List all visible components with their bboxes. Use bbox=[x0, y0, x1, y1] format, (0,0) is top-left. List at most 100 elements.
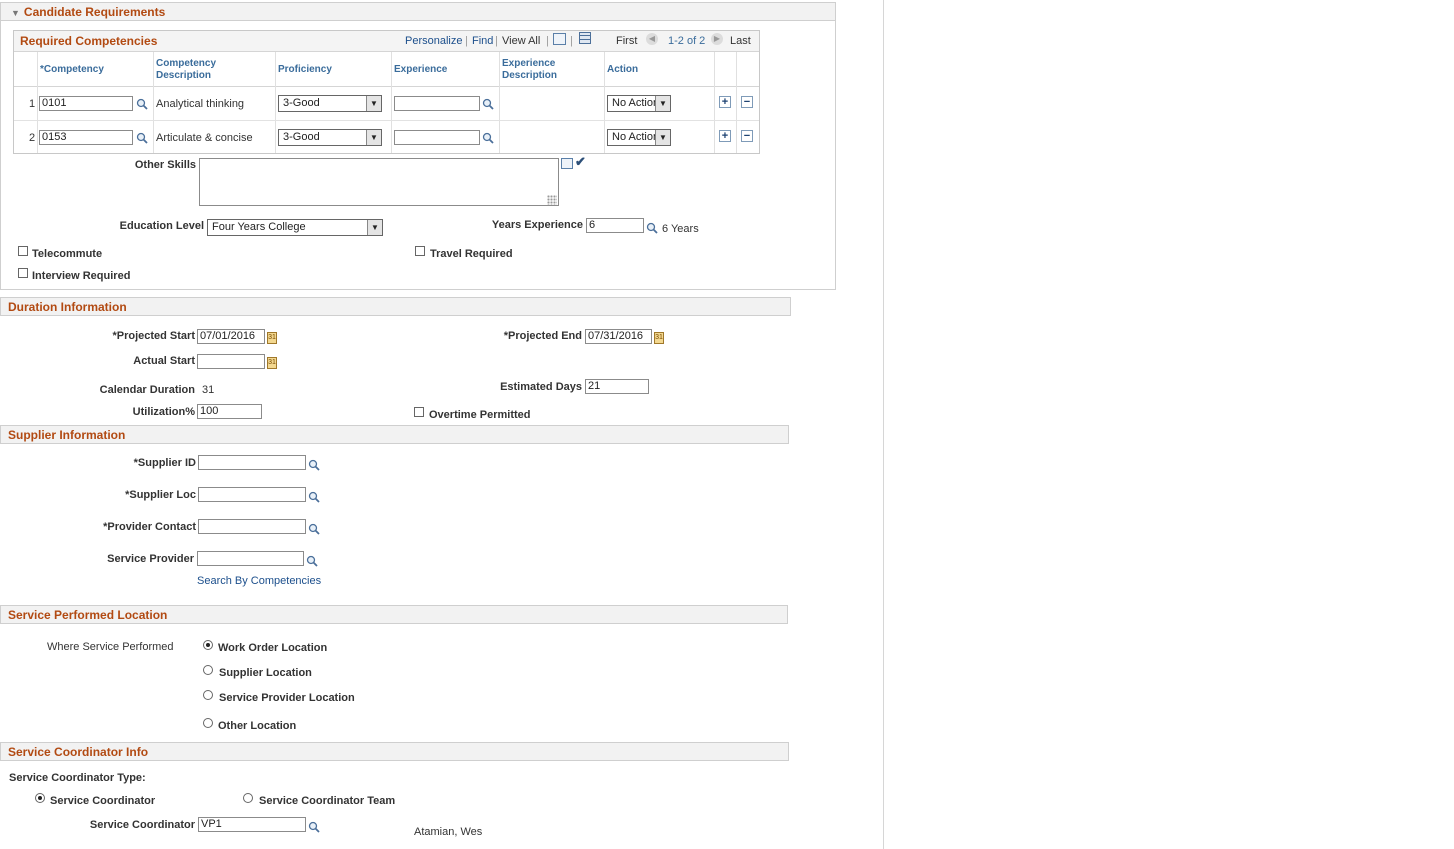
service-provider-label: Service Provider bbox=[107, 553, 194, 565]
overtime-permitted-checkbox[interactable] bbox=[414, 407, 424, 417]
delete-row-button[interactable]: − bbox=[741, 130, 753, 142]
work-order-location-label: Work Order Location bbox=[218, 642, 328, 654]
add-row-button[interactable]: + bbox=[719, 96, 731, 108]
work-order-location-radio[interactable] bbox=[203, 640, 213, 650]
experience-lookup-icon[interactable] bbox=[482, 98, 494, 110]
supplier-loc-label: *Supplier Loc bbox=[125, 489, 196, 501]
dropdown-arrow-icon: ▼ bbox=[655, 130, 670, 145]
calendar-icon[interactable]: 31 bbox=[654, 332, 664, 344]
actual-start-input[interactable] bbox=[197, 354, 265, 369]
service-coordinator-name: Atamian, Wes bbox=[414, 826, 483, 838]
col-competency-description: Competency Description bbox=[156, 58, 217, 81]
other-skills-label: Other Skills bbox=[134, 159, 196, 171]
projected-start-label: *Projected Start bbox=[112, 330, 195, 342]
telecommute-checkbox[interactable] bbox=[18, 246, 28, 256]
next-arrow-icon[interactable]: ▶ bbox=[711, 33, 723, 45]
col-experience: Experience bbox=[394, 64, 448, 75]
spell-check-icon[interactable]: ✔ bbox=[575, 155, 587, 169]
personalize-link[interactable]: Personalize bbox=[405, 35, 462, 47]
experience-lookup-icon[interactable] bbox=[482, 132, 494, 144]
telecommute-label: Telecommute bbox=[32, 248, 103, 260]
supplier-id-lookup-icon[interactable] bbox=[308, 459, 320, 471]
years-experience-input[interactable]: 6 bbox=[586, 218, 644, 233]
candidate-requirements-header[interactable]: ▼ Candidate Requirements bbox=[0, 2, 836, 21]
new-window-icon[interactable] bbox=[553, 33, 566, 45]
download-grid-icon[interactable] bbox=[579, 32, 591, 44]
service-coordinator-type-label: Service Coordinator Type: bbox=[9, 772, 146, 784]
resize-grip-icon[interactable] bbox=[547, 195, 557, 205]
service-coordinator-lookup-icon[interactable] bbox=[308, 821, 320, 833]
service-provider-lookup-icon[interactable] bbox=[306, 555, 318, 567]
find-link[interactable]: Find bbox=[472, 35, 493, 47]
action-select[interactable]: No Action ▼ bbox=[607, 95, 671, 112]
service-coordinator-info-header: Service Coordinator Info bbox=[0, 742, 789, 761]
competency-lookup-icon[interactable] bbox=[136, 98, 148, 110]
utilization-input[interactable]: 100 bbox=[197, 404, 262, 419]
estimated-days-input[interactable]: 21 bbox=[585, 379, 649, 394]
projected-end-label: *Projected End bbox=[503, 330, 582, 342]
proficiency-select[interactable]: 3-Good ▼ bbox=[278, 129, 382, 146]
dropdown-arrow-icon: ▼ bbox=[367, 220, 382, 235]
service-coordinator-team-label: Service Coordinator Team bbox=[259, 795, 396, 807]
duration-information-header: Duration Information bbox=[0, 297, 791, 316]
col-competency: *Competency bbox=[40, 64, 104, 75]
education-level-select[interactable]: Four Years College ▼ bbox=[207, 219, 383, 236]
interview-required-checkbox[interactable] bbox=[18, 268, 28, 278]
years-experience-lookup-icon[interactable] bbox=[646, 222, 658, 234]
calendar-duration-value: 31 bbox=[202, 384, 215, 396]
service-coordinator-radio[interactable] bbox=[35, 793, 45, 803]
action-select[interactable]: No Action ▼ bbox=[607, 129, 671, 146]
competency-input[interactable]: 0153 bbox=[39, 130, 133, 145]
competency-description: Analytical thinking bbox=[156, 98, 245, 110]
collapse-triangle-icon[interactable]: ▼ bbox=[11, 4, 20, 23]
other-location-label: Other Location bbox=[218, 720, 297, 732]
projected-end-input[interactable]: 07/31/2016 bbox=[585, 329, 652, 344]
dropdown-arrow-icon: ▼ bbox=[655, 96, 670, 111]
add-row-button[interactable]: + bbox=[719, 130, 731, 142]
service-provider-location-radio[interactable] bbox=[203, 690, 213, 700]
competency-lookup-icon[interactable] bbox=[136, 132, 148, 144]
col-proficiency: Proficiency bbox=[278, 64, 332, 75]
service-coordinator-team-radio[interactable] bbox=[243, 793, 253, 803]
service-coordinator-input[interactable]: VP1 bbox=[198, 817, 306, 832]
projected-start-input[interactable]: 07/01/2016 bbox=[197, 329, 265, 344]
service-provider-input[interactable] bbox=[197, 551, 304, 566]
dropdown-arrow-icon: ▼ bbox=[366, 130, 381, 145]
supplier-location-radio[interactable] bbox=[203, 665, 213, 675]
other-skills-textarea[interactable] bbox=[199, 158, 559, 206]
other-location-radio[interactable] bbox=[203, 718, 213, 728]
supplier-information-header: Supplier Information bbox=[0, 425, 789, 444]
supplier-id-input[interactable] bbox=[198, 455, 306, 470]
previous-arrow-icon[interactable]: ◀ bbox=[646, 33, 658, 45]
search-by-competencies-link[interactable]: Search By Competencies bbox=[197, 575, 321, 587]
calendar-icon[interactable]: 31 bbox=[267, 332, 277, 344]
col-action: Action bbox=[607, 64, 639, 75]
view-all-link[interactable]: View All bbox=[502, 35, 540, 47]
service-coordinator-option-label: Service Coordinator bbox=[50, 795, 156, 807]
supplier-loc-input[interactable] bbox=[198, 487, 306, 502]
utilization-label: Utilization% bbox=[132, 406, 195, 418]
candidate-requirements-title: Candidate Requirements bbox=[23, 5, 166, 19]
calendar-icon[interactable]: 31 bbox=[267, 357, 277, 369]
provider-contact-label: *Provider Contact bbox=[103, 521, 196, 533]
proficiency-select[interactable]: 3-Good ▼ bbox=[278, 95, 382, 112]
experience-input[interactable] bbox=[394, 96, 480, 111]
row-number: 2 bbox=[29, 132, 36, 144]
calendar-duration-label: Calendar Duration bbox=[99, 384, 195, 396]
expand-text-icon[interactable] bbox=[561, 158, 573, 169]
interview-required-label: Interview Required bbox=[32, 270, 131, 282]
dropdown-arrow-icon: ▼ bbox=[366, 96, 381, 111]
travel-required-checkbox[interactable] bbox=[415, 246, 425, 256]
proficiency-value: 3-Good bbox=[283, 131, 320, 143]
overtime-permitted-label: Overtime Permitted bbox=[429, 409, 531, 421]
supplier-loc-lookup-icon[interactable] bbox=[308, 491, 320, 503]
delete-row-button[interactable]: − bbox=[741, 96, 753, 108]
provider-contact-input[interactable] bbox=[198, 519, 306, 534]
service-coordinator-label: Service Coordinator bbox=[89, 819, 195, 831]
experience-input[interactable] bbox=[394, 130, 480, 145]
competency-input[interactable]: 0101 bbox=[39, 96, 133, 111]
page-divider bbox=[883, 0, 884, 849]
travel-required-label: Travel Required bbox=[430, 248, 513, 260]
grid-header-row bbox=[14, 52, 759, 87]
provider-contact-lookup-icon[interactable] bbox=[308, 523, 320, 535]
